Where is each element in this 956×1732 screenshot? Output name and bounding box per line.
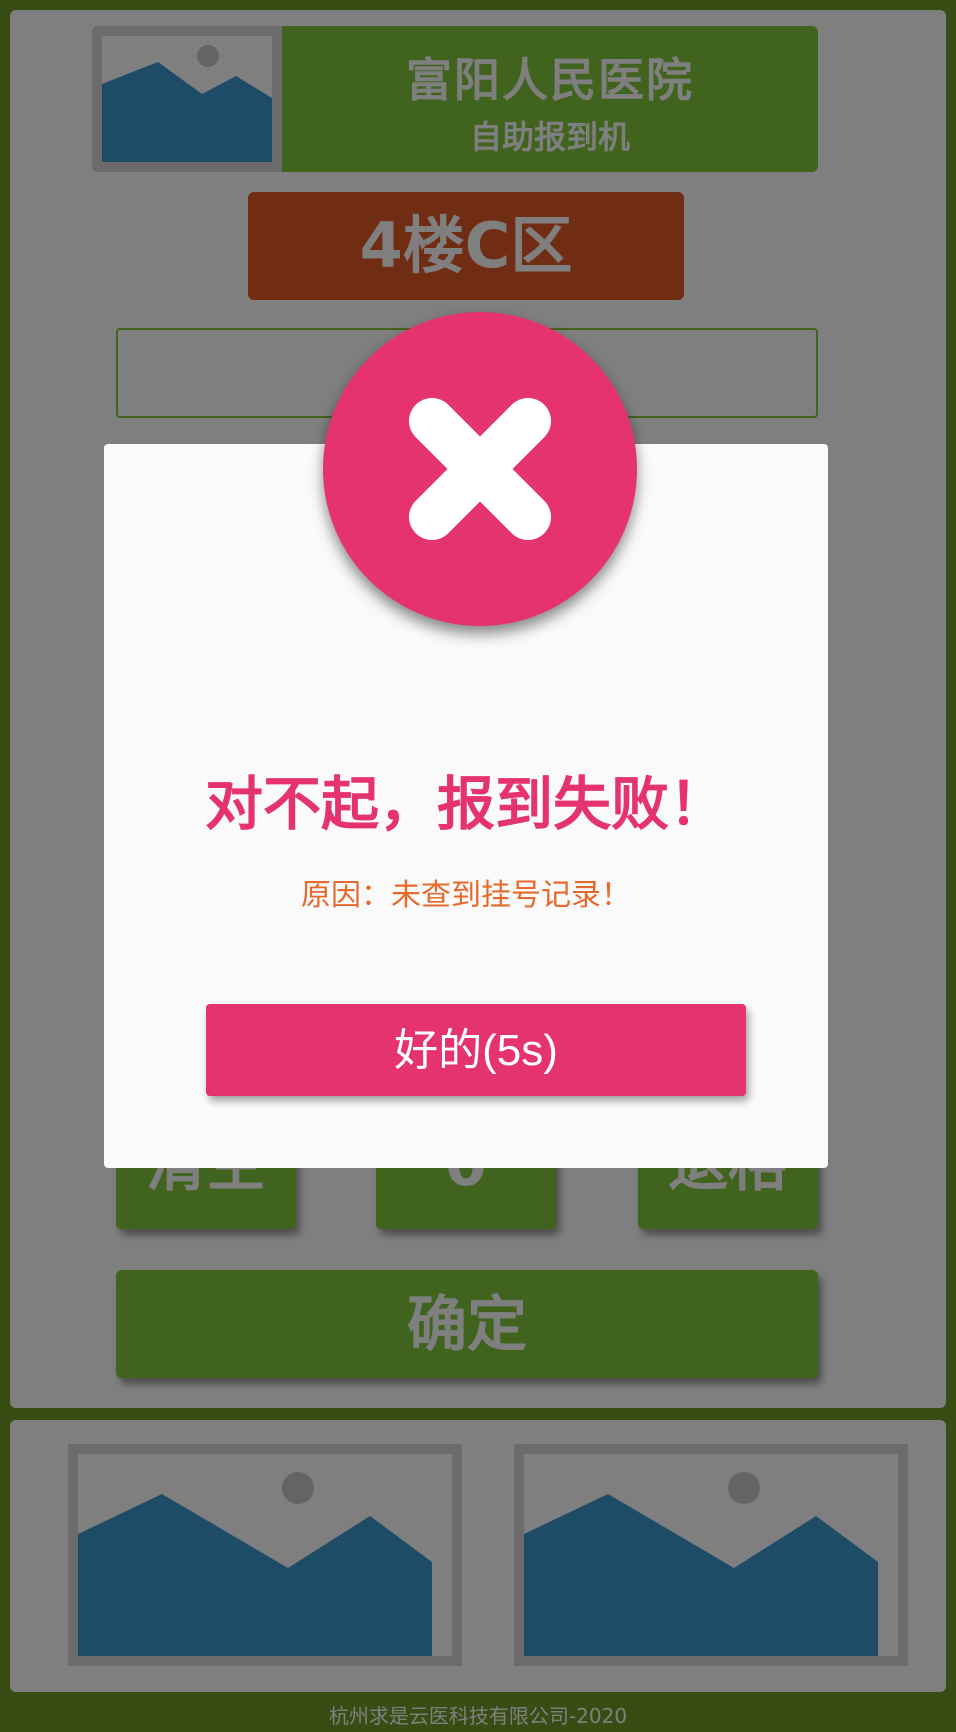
ok-button[interactable]: 好的(5s)	[206, 1004, 746, 1096]
close-icon	[409, 398, 551, 540]
dialog-reason: 原因：未查到挂号记录！	[301, 878, 631, 913]
dialog-title: 对不起，报到失败！	[204, 770, 727, 838]
error-badge	[323, 312, 637, 626]
